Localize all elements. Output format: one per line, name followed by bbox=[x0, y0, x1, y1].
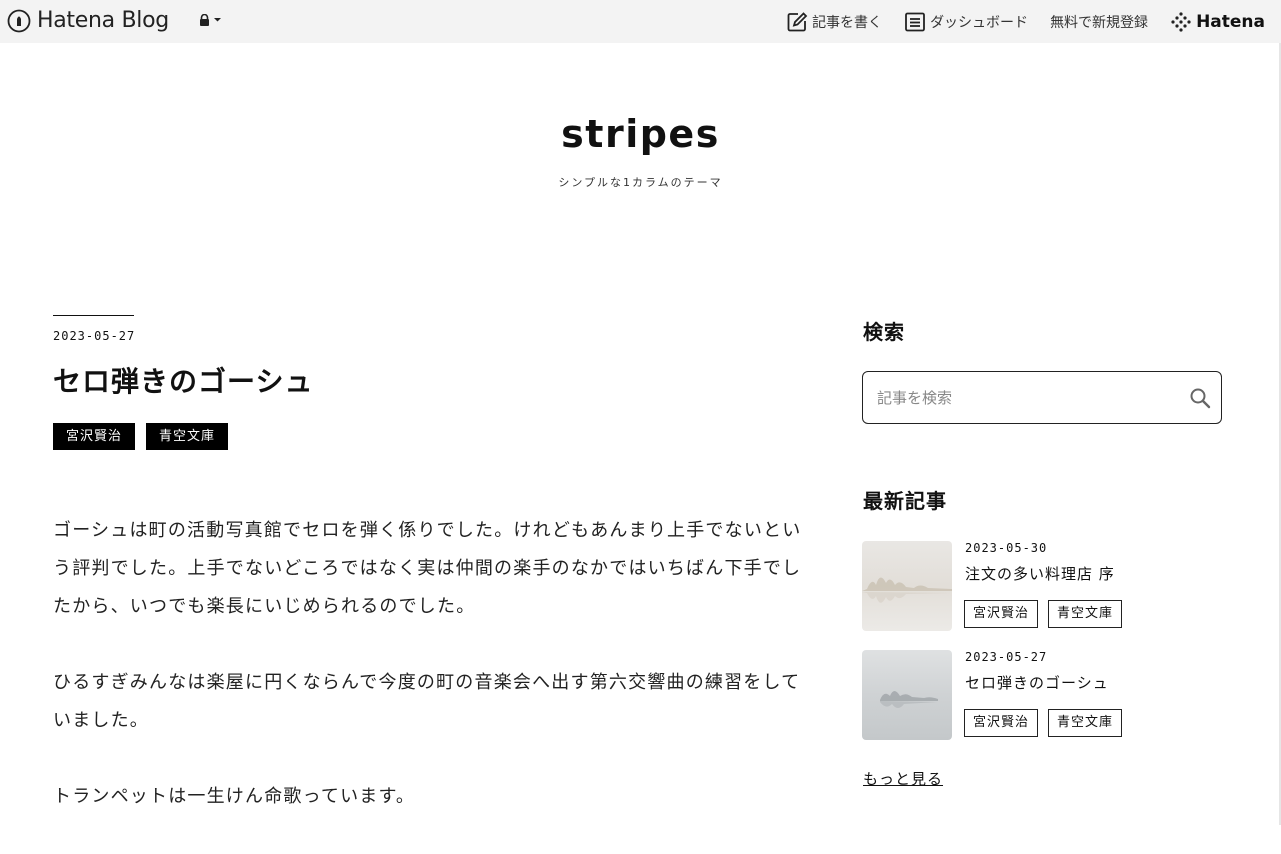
paragraph: トランペットは一生けん命歌っています。 bbox=[53, 786, 416, 807]
category-tag[interactable]: 宮沢賢治 bbox=[964, 600, 1039, 628]
dashboard-label: ダッシュボード bbox=[930, 15, 1029, 31]
search-icon[interactable] bbox=[1189, 387, 1211, 409]
entry-categories: 宮沢賢治 青空文庫 bbox=[53, 423, 229, 450]
more-entries-link[interactable]: もっと見る bbox=[863, 768, 943, 789]
blog-title[interactable]: stripes bbox=[0, 112, 1281, 156]
recent-entry-date: 2023-05-27 bbox=[965, 650, 1048, 664]
hatena-blog-logo[interactable]: Hatena Blog bbox=[7, 8, 169, 34]
entry-thumbnail[interactable] bbox=[862, 541, 952, 631]
search-heading: 検索 bbox=[863, 320, 905, 344]
entry-date[interactable]: 2023-05-27 bbox=[53, 329, 135, 343]
recent-entry: 2023-05-27 セロ弾きのゴーシュ 宮沢賢治 青空文庫 bbox=[862, 650, 1222, 740]
date-divider bbox=[53, 315, 134, 316]
edit-icon bbox=[787, 12, 808, 32]
recent-entry: 2023-05-30 注文の多い料理店 序 宮沢賢治 青空文庫 bbox=[862, 541, 1222, 631]
signup-link[interactable]: 無料で新規登録 bbox=[1050, 12, 1148, 32]
write-entry-label: 記事を書く bbox=[812, 15, 883, 31]
hatena-brand: Hatena bbox=[1196, 12, 1265, 32]
entry-title[interactable]: セロ弾きのゴーシュ bbox=[53, 360, 313, 400]
privacy-menu[interactable] bbox=[199, 14, 222, 26]
hatena-pen-icon bbox=[7, 9, 31, 33]
logo-text: Hatena Blog bbox=[37, 8, 169, 33]
category-tag[interactable]: 青空文庫 bbox=[1048, 709, 1123, 737]
signup-label: 無料で新規登録 bbox=[1050, 15, 1149, 31]
category-tag[interactable]: 宮沢賢治 bbox=[964, 709, 1039, 737]
search-input[interactable] bbox=[877, 372, 1167, 423]
entry-body: ゴーシュは町の活動写真館でセロを弾く係りでした。けれどもあんまり上手でないという… bbox=[53, 512, 803, 854]
lock-icon bbox=[200, 14, 209, 26]
hatena-dots-icon bbox=[1171, 12, 1191, 32]
write-entry-button[interactable]: 記事を書く bbox=[786, 11, 882, 33]
category-tag[interactable]: 青空文庫 bbox=[146, 423, 229, 450]
paragraph: ゴーシュは町の活動写真館でセロを弾く係りでした。けれどもあんまり上手でないという… bbox=[53, 520, 802, 617]
recent-entry-date: 2023-05-30 bbox=[965, 541, 1048, 555]
recent-entries-heading: 最新記事 bbox=[863, 489, 947, 513]
dashboard-button[interactable]: ダッシュボード bbox=[904, 11, 1028, 33]
recent-entry-title[interactable]: 注文の多い料理店 序 bbox=[965, 563, 1115, 584]
dashboard-icon bbox=[905, 12, 925, 32]
hatena-brand-link[interactable]: Hatena bbox=[1170, 11, 1265, 33]
blog-description: シンプルな1カラムのテーマ bbox=[558, 176, 723, 189]
recent-entry-title[interactable]: セロ弾きのゴーシュ bbox=[965, 672, 1109, 693]
category-tag[interactable]: 青空文庫 bbox=[1048, 600, 1123, 628]
global-header: Hatena Blog 記事を書く ダッシュボード 無料で新規登録 Hatena bbox=[0, 0, 1281, 43]
caret-down-icon bbox=[214, 18, 221, 22]
category-tag[interactable]: 宮沢賢治 bbox=[53, 423, 136, 450]
entry-thumbnail[interactable] bbox=[862, 650, 952, 740]
search-form bbox=[862, 371, 1222, 424]
paragraph: ひるすぎみんなは楽屋に円くならんで今度の町の音楽会へ出す第六交響曲の練習をしてい… bbox=[53, 672, 801, 731]
